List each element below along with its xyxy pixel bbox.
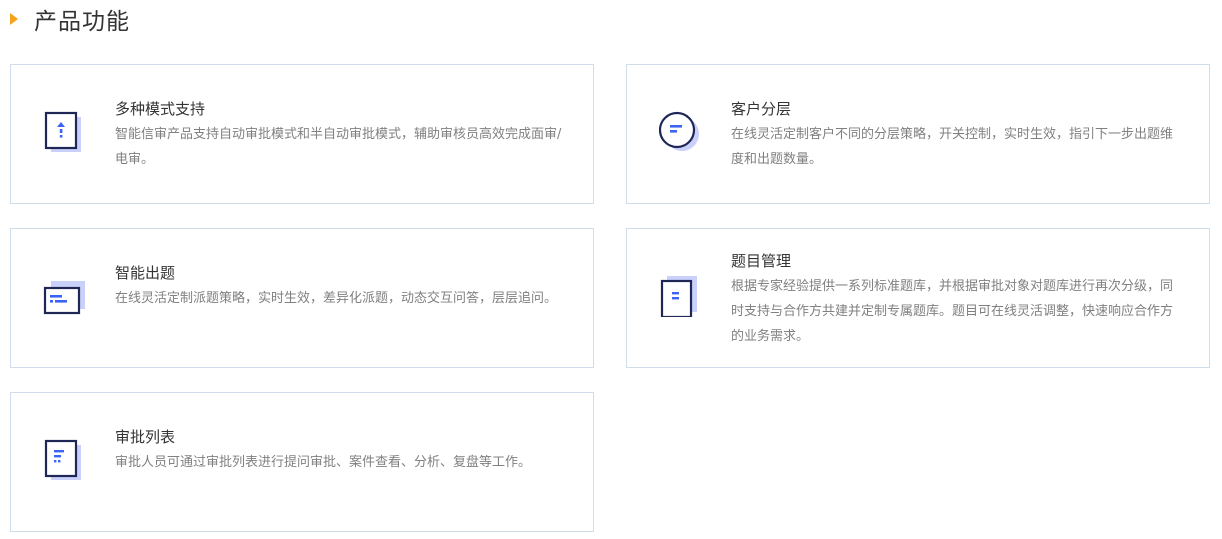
feature-title: 客户分层	[731, 100, 792, 118]
feature-card-body: 智能出题 在线灵活定制派题策略，实时生效，差异化派题，动态交互问答，层层追问。	[115, 262, 567, 311]
feature-card-body: 题目管理 根据专家经验提供一系列标准题库，并根据审批对象对题库进行再次分级，同时…	[731, 250, 1183, 349]
question-card-icon	[43, 277, 85, 319]
document-upload-icon	[43, 111, 85, 153]
feature-title: 审批列表	[115, 428, 176, 446]
section-marker	[10, 13, 18, 25]
feature-description: 根据专家经验提供一系列标准题库，并根据审批对象对题库进行再次分级，同时支持与合作…	[731, 279, 1174, 344]
section-header: 产品功能	[10, 2, 130, 36]
section-title: 产品功能	[34, 9, 130, 35]
feature-card-body: 客户分层 在线灵活定制客户不同的分层策略，开关控制，实时生效，指引下一步出题维度…	[731, 98, 1183, 172]
feature-description: 在线灵活定制派题策略，实时生效，差异化派题，动态交互问答，层层追问。	[115, 291, 558, 306]
feature-description: 在线灵活定制客户不同的分层策略，开关控制，实时生效，指引下一步出题维度和出题数量…	[731, 127, 1174, 167]
feature-title: 多种模式支持	[115, 100, 206, 118]
feature-card-body: 多种模式支持 智能信审产品支持自动审批模式和半自动审批模式，辅助审核员高效完成面…	[115, 98, 567, 172]
feature-description: 审批人员可通过审批列表进行提问审批、案件查看、分析、复盘等工作。	[115, 455, 532, 470]
approval-list-icon	[43, 439, 85, 481]
feature-title: 智能出题	[115, 264, 176, 282]
feature-title: 题目管理	[731, 252, 792, 270]
feature-card-body: 审批列表 审批人员可通过审批列表进行提问审批、案件查看、分析、复盘等工作。	[115, 426, 567, 475]
feature-card-multi-mode: 多种模式支持 智能信审产品支持自动审批模式和半自动审批模式，辅助审核员高效完成面…	[10, 64, 594, 204]
feature-card-question-management: 题目管理 根据专家经验提供一系列标准题库，并根据审批对象对题库进行再次分级，同时…	[626, 228, 1210, 368]
feature-description: 智能信审产品支持自动审批模式和半自动审批模式，辅助审核员高效完成面审/电审。	[115, 127, 562, 167]
feature-card-approval-list: 审批列表 审批人员可通过审批列表进行提问审批、案件查看、分析、复盘等工作。	[10, 392, 594, 532]
feature-card-smart-questions: 智能出题 在线灵活定制派题策略，实时生效，差异化派题，动态交互问答，层层追问。	[10, 228, 594, 368]
layers-circle-icon	[658, 111, 701, 153]
feature-card-customer-layering: 客户分层 在线灵活定制客户不同的分层策略，开关控制，实时生效，指引下一步出题维度…	[626, 64, 1210, 204]
question-bank-icon	[659, 275, 701, 319]
